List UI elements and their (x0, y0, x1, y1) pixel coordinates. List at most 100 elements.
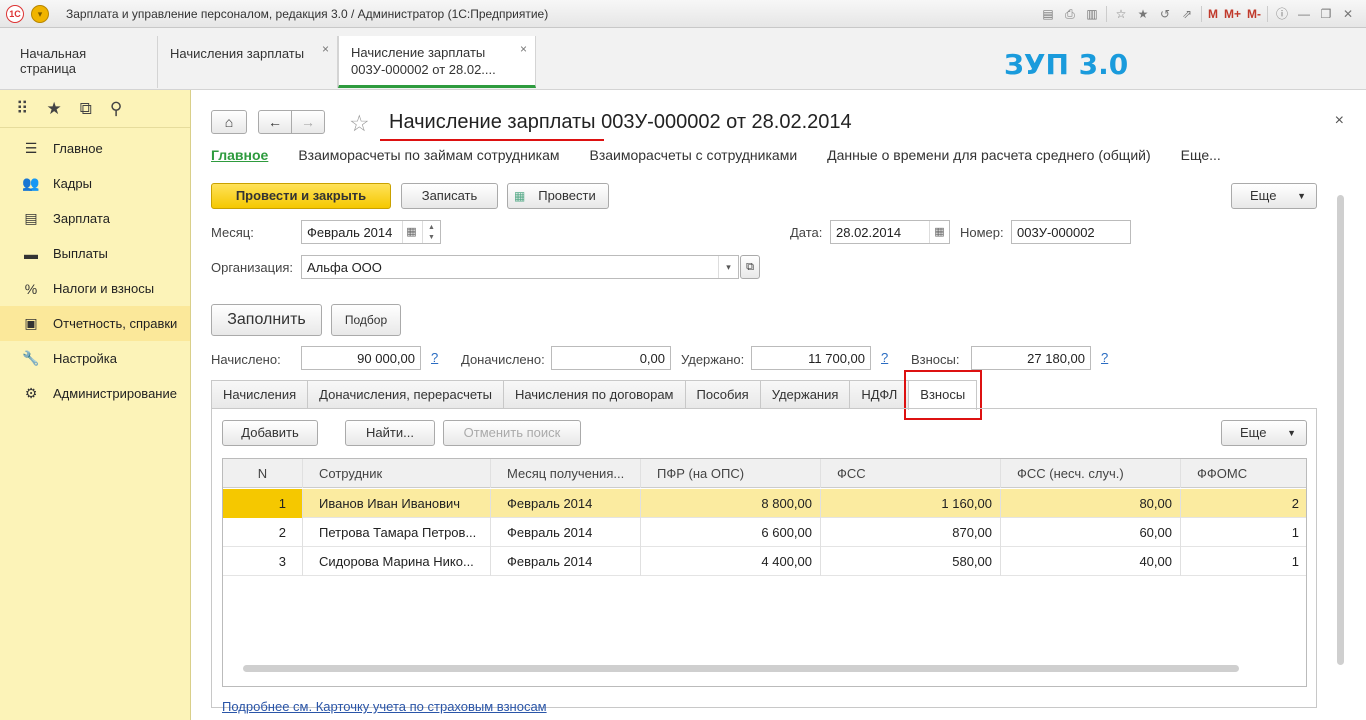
find-button[interactable]: Найти... (345, 420, 435, 446)
tab-contract-accruals[interactable]: Начисления по договорам (502, 380, 686, 408)
ffoms-cell[interactable]: 1 (1181, 547, 1306, 576)
dropdown-icon[interactable]: ▾ (718, 256, 738, 278)
number-field[interactable]: 003У-000002 (1011, 220, 1131, 244)
print-icon[interactable]: ⎙ (1062, 6, 1078, 22)
sidebar-item-payments[interactable]: ▬ Выплаты (0, 236, 190, 271)
calendar-icon[interactable]: ▦ (929, 221, 949, 243)
save-icon[interactable]: ▤ (1040, 6, 1056, 22)
column-header[interactable]: N (223, 459, 303, 488)
add-row-button[interactable]: Добавить (222, 420, 318, 446)
close-window-icon[interactable]: ✕ (1340, 6, 1356, 22)
pfr-cell[interactable]: 6 600,00 (641, 518, 821, 547)
sidebar-item-settings[interactable]: 🔧 Настройка (0, 341, 190, 376)
table-row[interactable]: 1 Иванов Иван Иванович Февраль 2014 8 80… (223, 489, 1306, 518)
tab-additional-accruals[interactable]: Доначисления, перерасчеты (307, 380, 504, 408)
minimize-icon[interactable]: — (1296, 6, 1312, 22)
preview-icon[interactable]: ▥ (1084, 6, 1100, 22)
fss-accident-cell[interactable]: 40,00 (1001, 547, 1181, 576)
tab-accruals[interactable]: Начисления (211, 380, 309, 408)
contributions-help-link[interactable]: ? (1101, 350, 1108, 365)
fill-button[interactable]: Заполнить (211, 304, 322, 336)
column-header[interactable]: ФСС (несч. случ.) (1001, 459, 1181, 488)
info-icon[interactable]: ⓘ (1274, 6, 1290, 22)
favorite-star-icon[interactable]: ☆ (349, 110, 370, 137)
spinner-icon[interactable]: ▲ ▼ (422, 221, 440, 243)
links-icon[interactable]: ⇗ (1179, 6, 1195, 22)
close-tab-icon[interactable]: × (322, 42, 329, 56)
section-more[interactable]: Еще... (1181, 147, 1221, 163)
fss-cell[interactable]: 580,00 (821, 547, 1001, 576)
calendar-icon[interactable]: ▦ (402, 221, 420, 243)
organization-field[interactable]: Альфа ООО ▾ (301, 255, 739, 279)
section-loans[interactable]: Взаиморасчеты по займам сотрудникам (298, 147, 559, 163)
home-button[interactable]: ⌂ (211, 110, 247, 134)
fss-accident-cell[interactable]: 80,00 (1001, 489, 1181, 518)
section-settlements[interactable]: Взаиморасчеты с сотрудниками (589, 147, 797, 163)
restore-icon[interactable]: ❐ (1318, 6, 1334, 22)
employee-cell[interactable]: Петрова Тамара Петров... (303, 518, 491, 547)
back-button[interactable]: ← (258, 110, 292, 134)
open-organization-button[interactable]: ⧉ (740, 255, 760, 279)
tab-benefits[interactable]: Пособия (684, 380, 761, 408)
post-and-close-button[interactable]: Провести и закрыть (211, 183, 391, 209)
apps-grid-icon[interactable]: ⠿ (16, 99, 28, 119)
more-actions-button[interactable]: Еще ▼ (1231, 183, 1317, 209)
fss-cell[interactable]: 1 160,00 (821, 489, 1001, 518)
sidebar-item-salary[interactable]: ▤ Зарплата (0, 201, 190, 236)
fss-accident-cell[interactable]: 60,00 (1001, 518, 1181, 547)
column-header[interactable]: ПФР (на ОПС) (641, 459, 821, 488)
close-tab-icon[interactable]: × (520, 42, 527, 56)
favorites-icon[interactable]: ★ (1135, 6, 1151, 22)
select-button[interactable]: Подбор (331, 304, 401, 336)
withheld-help-link[interactable]: ? (881, 350, 888, 365)
month-cell[interactable]: Февраль 2014 (491, 489, 641, 518)
sidebar-item-taxes[interactable]: % Налоги и взносы (0, 271, 190, 306)
accrued-help-link[interactable]: ? (431, 350, 438, 365)
tab-ndfl[interactable]: НДФЛ (849, 380, 910, 408)
fss-cell[interactable]: 870,00 (821, 518, 1001, 547)
date-field[interactable]: 28.02.2014 ▦ (830, 220, 950, 244)
sidebar-item-hr[interactable]: 👥 Кадры (0, 166, 190, 201)
close-icon[interactable]: × (1335, 112, 1344, 130)
tab-home[interactable]: Начальная страница (8, 36, 158, 88)
horizontal-scrollbar[interactable] (243, 665, 1239, 672)
vertical-scrollbar[interactable] (1337, 195, 1344, 665)
section-time-data[interactable]: Данные о времени для расчета среднего (о… (827, 147, 1151, 163)
ffoms-cell[interactable]: 2 (1181, 489, 1306, 518)
search-icon[interactable]: ⚲ (110, 99, 122, 119)
sidebar-item-main[interactable]: ☰ Главное (0, 131, 190, 166)
employee-cell[interactable]: Сидорова Марина Нико... (303, 547, 491, 576)
tab-payroll-list[interactable]: Начисления зарплаты × (158, 36, 338, 88)
month-cell[interactable]: Февраль 2014 (491, 518, 641, 547)
tab-payroll-document[interactable]: Начисление зарплаты 003У-000002 от 28.02… (338, 36, 536, 88)
tab-deductions[interactable]: Удержания (759, 380, 851, 408)
main-menu-button[interactable]: ▾ (31, 5, 49, 23)
column-header[interactable]: Месяц получения... (491, 459, 641, 488)
forward-button[interactable]: → (291, 110, 325, 134)
sidebar-item-reports[interactable]: ▣ Отчетность, справки (0, 306, 190, 341)
sidebar-item-admin[interactable]: ⚙ Администрирование (0, 376, 190, 411)
table-row[interactable]: 3 Сидорова Марина Нико... Февраль 2014 4… (223, 547, 1306, 576)
history-icon[interactable]: ↺ (1157, 6, 1173, 22)
table-row[interactable]: 2 Петрова Тамара Петров... Февраль 2014 … (223, 518, 1306, 547)
memory-button[interactable]: M (1208, 6, 1218, 22)
save-button[interactable]: Записать (401, 183, 498, 209)
section-main[interactable]: Главное (211, 147, 268, 163)
favorites-star-icon[interactable]: ★ (46, 99, 61, 119)
pfr-cell[interactable]: 4 400,00 (641, 547, 821, 576)
employee-cell[interactable]: Иванов Иван Иванович (303, 489, 491, 518)
grid-more-button[interactable]: Еще ▼ (1221, 420, 1307, 446)
memory-plus-button[interactable]: M+ (1224, 6, 1241, 22)
month-cell[interactable]: Февраль 2014 (491, 547, 641, 576)
memory-minus-button[interactable]: M- (1247, 6, 1261, 22)
column-header[interactable]: ФФОМС (1181, 459, 1306, 488)
column-header[interactable]: Сотрудник (303, 459, 491, 488)
insurance-card-link[interactable]: Подробнее см. Карточку учета по страховы… (222, 699, 547, 714)
history-icon[interactable]: ⧉ (80, 99, 92, 119)
cancel-search-button[interactable]: Отменить поиск (443, 420, 581, 446)
pfr-cell[interactable]: 8 800,00 (641, 489, 821, 518)
month-field[interactable]: Февраль 2014 ▦ ▲ ▼ (301, 220, 441, 244)
column-header[interactable]: ФСС (821, 459, 1001, 488)
post-button[interactable]: ▦ Провести (507, 183, 609, 209)
ffoms-cell[interactable]: 1 (1181, 518, 1306, 547)
